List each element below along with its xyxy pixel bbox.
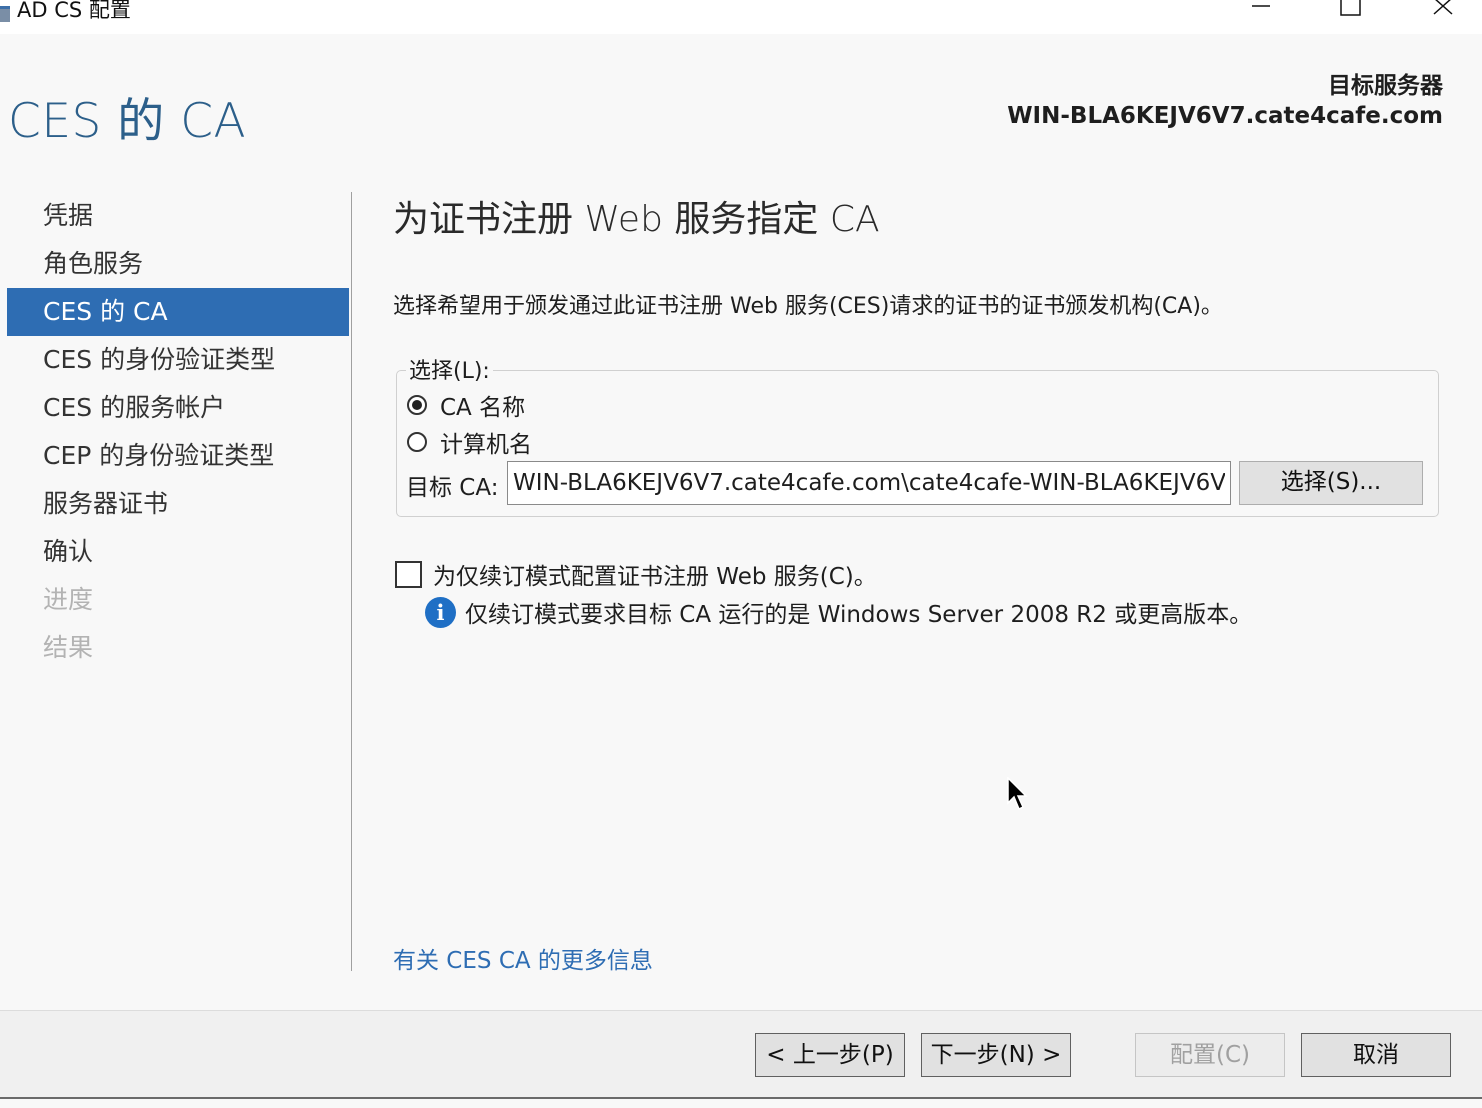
sidebar-item-confirmation[interactable]: 确认	[7, 528, 349, 576]
info-note: i 仅续订模式要求目标 CA 运行的是 Windows Server 2008 …	[425, 595, 1252, 629]
previous-button[interactable]: < 上一步(P)	[755, 1033, 905, 1077]
renewal-only-checkbox[interactable]: 为仅续订模式配置证书注册 Web 服务(C)。	[395, 557, 877, 591]
checkbox-unchecked[interactable]	[395, 560, 422, 588]
next-button[interactable]: 下一步(N) >	[921, 1033, 1071, 1077]
target-server-label: 目标服务器	[1328, 73, 1443, 99]
sidebar-item-ca-for-ces[interactable]: CES 的 CA	[7, 288, 349, 336]
more-info-link[interactable]: 有关 CES CA 的更多信息	[393, 941, 653, 975]
sidebar-item-server-certificate[interactable]: 服务器证书	[7, 480, 349, 528]
sidebar-item-ces-auth-type[interactable]: CES 的身份验证类型	[7, 336, 349, 384]
minimize-icon[interactable]	[1238, 0, 1284, 20]
sidebar-item-cep-auth-type[interactable]: CEP 的身份验证类型	[7, 432, 349, 480]
target-server-value: WIN-BLA6KEJV6V7.cate4cafe.com	[1007, 103, 1443, 129]
maximize-icon[interactable]	[1328, 0, 1374, 20]
title-bar: AD CS 配置	[0, 0, 1482, 34]
window-title: AD CS 配置	[17, 0, 131, 22]
app-icon	[0, 6, 10, 22]
sidebar-nav: 凭据 角色服务 CES 的 CA CES 的身份验证类型 CES 的服务帐户 C…	[7, 192, 349, 672]
select-ca-button[interactable]: 选择(S)...	[1239, 461, 1423, 505]
radio-ca-name[interactable]: CA 名称	[407, 388, 525, 422]
page-title: CES 的 CA	[8, 94, 247, 149]
mouse-cursor-icon	[1007, 777, 1028, 811]
groupbox-legend: 选择(L):	[406, 353, 493, 385]
radio-computer-name[interactable]: 计算机名	[407, 425, 532, 459]
section-title: 为证书注册 Web 服务指定 CA	[393, 199, 880, 240]
configure-button: 配置(C)	[1135, 1033, 1285, 1077]
sidebar-item-credentials[interactable]: 凭据	[7, 192, 349, 240]
description-text: 选择希望用于颁发通过此证书注册 Web 服务(CES)请求的证书的证书颁发机构(…	[393, 294, 1223, 319]
radio-button-unchecked[interactable]	[407, 432, 427, 452]
target-ca-field[interactable]	[507, 461, 1231, 505]
radio-computer-name-label: 计算机名	[440, 432, 532, 458]
sidebar-item-ces-service-account[interactable]: CES 的服务帐户	[7, 384, 349, 432]
radio-ca-name-label: CA 名称	[440, 395, 526, 421]
renewal-only-label: 为仅续订模式配置证书注册 Web 服务(C)。	[433, 564, 877, 590]
info-text: 仅续订模式要求目标 CA 运行的是 Windows Server 2008 R2…	[465, 602, 1253, 628]
nav-divider	[351, 192, 352, 971]
cancel-button[interactable]: 取消	[1301, 1033, 1451, 1077]
info-icon: i	[425, 596, 456, 628]
sidebar-item-progress: 进度	[43, 585, 94, 614]
target-ca-label: 目标 CA:	[406, 475, 499, 501]
sidebar-item-role-services[interactable]: 角色服务	[7, 240, 349, 288]
sidebar-item-results: 结果	[43, 633, 94, 662]
radio-button-checked[interactable]	[407, 395, 427, 415]
close-icon[interactable]	[1420, 0, 1466, 20]
window-bottom-edge	[0, 1097, 1482, 1108]
